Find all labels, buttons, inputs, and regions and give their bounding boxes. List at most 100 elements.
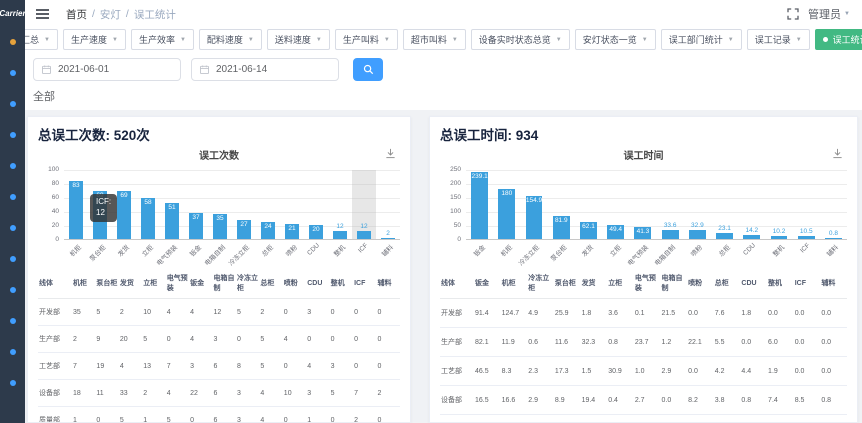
bar-电箱自制[interactable]: 35 [213, 214, 228, 239]
tab-安灯状态一览[interactable]: 安灯状态一览▼ [575, 29, 656, 50]
table-cell: 0 [189, 407, 212, 423]
bar-机柜[interactable]: 180 [498, 189, 515, 239]
tab-送料速度[interactable]: 送料速度▼ [267, 29, 330, 50]
bar-电气预装[interactable]: 41.3 [634, 227, 651, 239]
table-cell: 0 [330, 407, 353, 423]
bar-总柜[interactable]: 24 [261, 222, 276, 239]
bar-总柜[interactable]: 23.1 [716, 233, 733, 239]
table-cell: 9 [95, 326, 118, 353]
table-head: 线体钣金机柜冷冻立柜泵台柜发货立柜电气预装电箱自制喷粉总柜CDU整机ICF辅料 [440, 268, 847, 299]
tab-超市叫料[interactable]: 超市叫料▼ [403, 29, 466, 50]
x-tick-label: 机柜 [67, 242, 83, 258]
sidebar-menu-item[interactable] [0, 88, 25, 119]
download-chart-icon[interactable] [832, 148, 843, 159]
bar-辅料[interactable]: 2 [381, 238, 396, 239]
bar-钣金[interactable]: 37 [189, 213, 204, 239]
bar-电气预装[interactable]: 51 [165, 203, 180, 239]
table-cell: 4 [189, 326, 212, 353]
table-cell: 4 [166, 380, 189, 407]
bar-喷粉[interactable]: 21 [285, 224, 300, 239]
menu-dot-icon [10, 101, 16, 107]
tab-误工统计[interactable]: 误工统计▼ [815, 29, 862, 50]
x-tick-label: 泵台柜 [86, 242, 107, 263]
y-tick-label: 20 [52, 222, 59, 229]
table-cell: 6 [213, 380, 236, 407]
table-cell: 23.7 [634, 328, 661, 357]
search-button[interactable] [353, 58, 383, 81]
table-cell: 25.9 [554, 299, 581, 328]
bar-ICF[interactable]: 12 [357, 231, 372, 239]
sidebar-menu-item[interactable] [0, 212, 25, 243]
table-cell: 6.0 [767, 328, 794, 357]
bar-整机[interactable]: 12 [333, 231, 348, 239]
bar-value-label: 2 [386, 230, 390, 237]
fullscreen-icon[interactable] [787, 8, 799, 20]
tab-label: 配料速度 [207, 33, 243, 46]
breadcrumb-separator: / [92, 8, 95, 20]
tab-生产叫料[interactable]: 生产叫料▼ [335, 29, 398, 50]
tab-误工记录[interactable]: 误工记录▼ [747, 29, 810, 50]
bar-冷冻立柜[interactable]: 27 [237, 220, 252, 239]
table-row: 开发部91.4124.74.925.91.83.60.121.50.07.61.… [440, 299, 847, 328]
sidebar-menu-item[interactable] [0, 305, 25, 336]
tab-误工部门统计[interactable]: 误工部门统计▼ [661, 29, 742, 50]
table-row: 质量部10515063401020 [38, 407, 400, 423]
column-header: ICF [353, 268, 376, 299]
bar-泵台柜[interactable]: 81.9 [553, 216, 570, 239]
sidebar-menu-item[interactable] [0, 367, 25, 398]
sidebar-toggle-icon[interactable] [33, 6, 52, 22]
tab-配料速度[interactable]: 配料速度▼ [199, 29, 262, 50]
bar-立柜[interactable]: 58 [141, 198, 156, 239]
x-tick: 机柜 [64, 240, 88, 265]
chevron-down-icon: ▼ [556, 37, 562, 43]
sidebar-menu-item[interactable] [0, 243, 25, 274]
bar-钣金[interactable]: 239.1 [471, 172, 488, 239]
end-date-input[interactable]: 2021-06-14 [191, 58, 339, 81]
table-cell: 8.5 [794, 386, 821, 415]
download-chart-icon[interactable] [385, 148, 396, 159]
column-header: 线体 [38, 268, 72, 299]
chevron-down-icon: ▼ [844, 11, 850, 17]
sidebar-menu-item[interactable] [0, 336, 25, 367]
table-cell: 5 [119, 407, 142, 423]
sidebar-menu-item[interactable] [0, 26, 25, 57]
calendar-icon [42, 65, 51, 74]
sidebar-menu-item[interactable] [0, 150, 25, 181]
bar-value-label: 10.2 [773, 228, 786, 235]
scope-select[interactable]: 全部 [33, 81, 854, 108]
bar-喷粉[interactable]: 32.9 [689, 230, 706, 239]
bar-冷冻立柜[interactable]: 154.9 [526, 196, 543, 239]
sidebar-menu-item[interactable] [0, 119, 25, 150]
sidebar-menu-item[interactable] [0, 57, 25, 88]
tab-生产速度[interactable]: 生产速度▼ [63, 29, 126, 50]
bar-ICF[interactable]: 10.5 [798, 236, 815, 239]
bar-发货[interactable]: 62.1 [580, 222, 597, 239]
table-cell: 开发部 [440, 299, 474, 328]
bar-辅料[interactable]: 0.8 [825, 238, 842, 239]
table-cell: 4.2 [714, 357, 741, 386]
search-icon [363, 64, 374, 75]
bar-value-label: 23.1 [718, 225, 731, 232]
y-tick-label: 200 [450, 180, 461, 187]
tab-生产效率[interactable]: 生产效率▼ [131, 29, 194, 50]
chevron-down-icon: ▼ [642, 37, 648, 43]
bar-发货[interactable]: 69 [117, 191, 132, 239]
table-cell: 2 [376, 380, 400, 407]
tab-设备实时状态总览[interactable]: 设备实时状态总览▼ [471, 29, 570, 50]
bar-机柜[interactable]: 83 [69, 181, 84, 239]
chevron-down-icon: ▼ [316, 37, 322, 43]
bar-CDU[interactable]: 14.2 [743, 235, 760, 239]
x-tick-label: 立柜 [607, 242, 623, 258]
bar-整机[interactable]: 10.2 [771, 236, 788, 239]
user-menu[interactable]: 管理员 ▼ [808, 6, 850, 22]
table-cell: 0 [376, 326, 400, 353]
breadcrumb-home[interactable]: 首页 [66, 7, 87, 22]
bar-电箱自制[interactable]: 33.6 [662, 230, 679, 239]
sidebar-menu-item[interactable] [0, 274, 25, 305]
bar-CDU[interactable]: 20 [309, 225, 324, 239]
start-date-input[interactable]: 2021-06-01 [33, 58, 181, 81]
sidebar-menu-item[interactable] [0, 181, 25, 212]
x-tick-label: ICF [799, 242, 811, 254]
bar-立柜[interactable]: 49.4 [607, 225, 624, 239]
table-row: 开发部35521044125203000 [38, 299, 400, 326]
